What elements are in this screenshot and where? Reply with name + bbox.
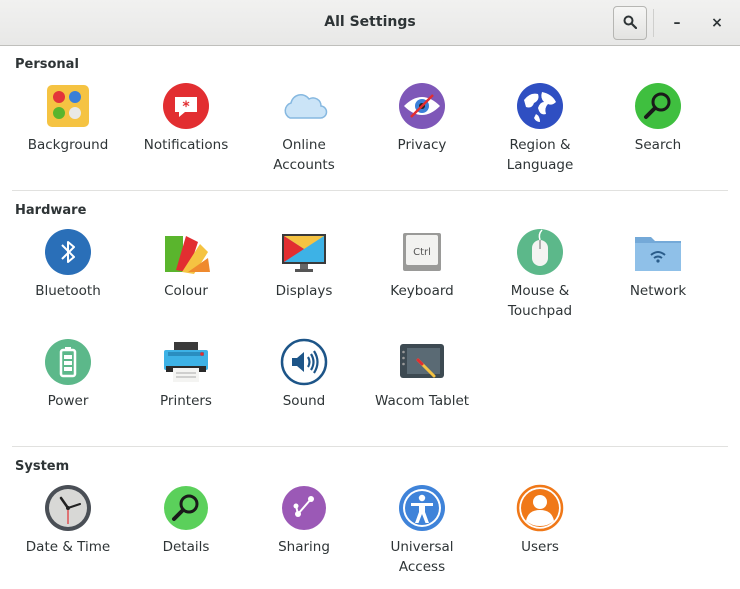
panel-label: Online Accounts: [273, 137, 335, 173]
search-icon: [623, 14, 638, 33]
close-icon: ×: [711, 15, 723, 31]
printer-icon: [162, 338, 210, 386]
panel-label: Sound: [282, 393, 326, 409]
section-divider: [12, 190, 728, 191]
panel-date-time[interactable]: Date & Time: [9, 484, 127, 584]
panel-label: Privacy: [397, 137, 447, 153]
panel-label: Universal Access: [390, 539, 454, 575]
details-icon: [162, 484, 210, 532]
panel-label: Sharing: [278, 539, 330, 555]
region-language-icon: [516, 82, 564, 130]
panel-label: Power: [47, 393, 89, 409]
panel-label: Region & Language: [506, 137, 574, 173]
keyboard-key-label: Ctrl: [413, 247, 431, 258]
panel-printers[interactable]: Printers: [127, 338, 245, 438]
close-button[interactable]: ×: [706, 12, 728, 34]
panel-wacom-tablet[interactable]: Wacom Tablet: [363, 338, 481, 438]
displays-icon: [280, 228, 328, 276]
universal-access-icon: [398, 484, 446, 532]
panel-keyboard[interactable]: Ctrl Keyboard: [363, 228, 481, 328]
panel-displays[interactable]: Displays: [245, 228, 363, 328]
colour-icon: [162, 228, 210, 276]
sound-icon: [280, 338, 328, 386]
panel-mouse-touchpad[interactable]: Mouse & Touchpad: [481, 228, 599, 328]
panel-label: Notifications: [143, 137, 229, 153]
panel-colour[interactable]: Colour: [127, 228, 245, 328]
panel-label: Bluetooth: [35, 283, 101, 299]
panel-sound[interactable]: Sound: [245, 338, 363, 438]
notifications-icon: *: [162, 82, 210, 130]
power-icon: [44, 338, 92, 386]
panel-label: Search: [634, 137, 682, 153]
network-icon: [634, 228, 682, 276]
panel-label: Keyboard: [390, 283, 454, 299]
panel-label: Details: [162, 539, 210, 555]
panel-users[interactable]: Users: [481, 484, 599, 584]
minimize-icon: –: [673, 15, 681, 31]
panel-label: Displays: [275, 283, 333, 299]
online-accounts-icon: [280, 82, 328, 130]
panel-label: Date & Time: [25, 539, 111, 555]
panel-region-language[interactable]: Region & Language: [481, 82, 599, 182]
panel-label: Mouse & Touchpad: [507, 283, 573, 319]
section-title-system: System: [15, 459, 70, 474]
sharing-icon: [280, 484, 328, 532]
section-title-personal: Personal: [15, 57, 79, 72]
panel-power[interactable]: Power: [9, 338, 127, 438]
bluetooth-icon: [44, 228, 92, 276]
settings-window: All Settings – × Personal Background * N…: [0, 0, 740, 589]
panel-search[interactable]: Search: [599, 82, 717, 182]
minimize-button[interactable]: –: [666, 12, 688, 34]
panel-details[interactable]: Details: [127, 484, 245, 584]
panel-label: Printers: [160, 393, 212, 409]
privacy-icon: [398, 82, 446, 130]
panel-label: Wacom Tablet: [374, 393, 470, 409]
panel-label: Network: [629, 283, 687, 299]
wacom-tablet-icon: [398, 338, 446, 386]
section-divider: [12, 446, 728, 447]
panel-background[interactable]: Background: [9, 82, 127, 182]
header-bar: All Settings – ×: [0, 0, 740, 46]
user-icon: [516, 484, 564, 532]
mouse-icon: [516, 228, 564, 276]
clock-icon: [44, 484, 92, 532]
panel-network[interactable]: Network: [599, 228, 717, 328]
panel-label: Users: [521, 539, 559, 555]
panel-notifications[interactable]: * Notifications: [127, 82, 245, 182]
panel-label: Background: [27, 137, 109, 153]
panel-label: Colour: [164, 283, 208, 299]
panel-sharing[interactable]: Sharing: [245, 484, 363, 584]
panel-universal-access[interactable]: Universal Access: [363, 484, 481, 584]
search-button[interactable]: [613, 6, 647, 40]
section-title-hardware: Hardware: [15, 203, 87, 218]
background-icon: [44, 82, 92, 130]
keyboard-icon: Ctrl: [398, 228, 446, 276]
panel-privacy[interactable]: Privacy: [363, 82, 481, 182]
svg-text:*: *: [182, 99, 190, 115]
header-separator: [653, 9, 654, 37]
panel-bluetooth[interactable]: Bluetooth: [9, 228, 127, 328]
panel-online-accounts[interactable]: Online Accounts: [245, 82, 363, 182]
search-icon: [634, 82, 682, 130]
